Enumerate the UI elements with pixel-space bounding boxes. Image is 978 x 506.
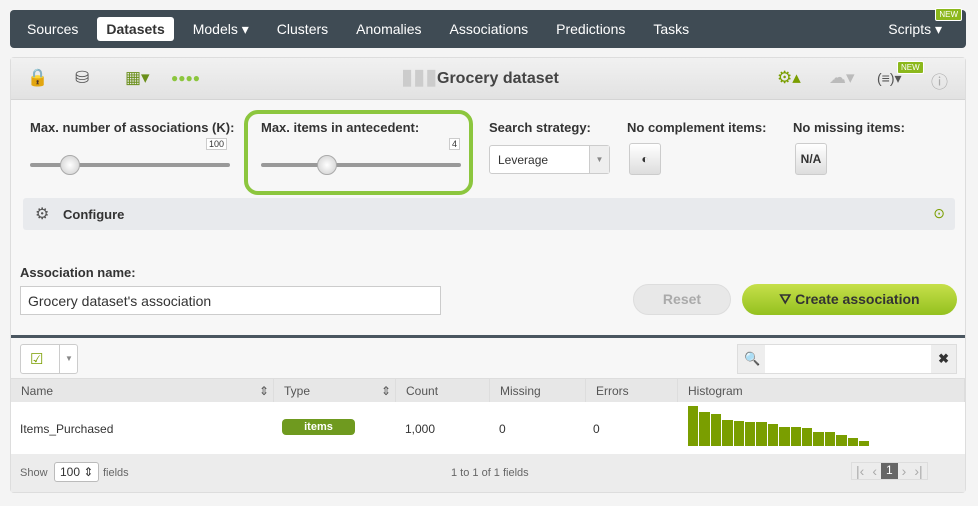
gear-icon[interactable]: ⚙▴ xyxy=(777,68,801,88)
nav-sources[interactable]: Sources xyxy=(18,17,87,41)
histogram-bar xyxy=(836,435,847,446)
select-fields-button[interactable]: ☑ ▼ xyxy=(20,344,78,374)
pagination-summary: 1 to 1 of 1 fields xyxy=(451,467,529,479)
search-box: 🔍 ✖ xyxy=(737,344,957,374)
nav-scripts[interactable]: Scripts ▾ xyxy=(888,21,942,38)
col-count[interactable]: Count xyxy=(396,379,490,402)
nav-models[interactable]: Models ▾ xyxy=(184,17,258,42)
histogram-bar xyxy=(779,427,790,446)
table-header: Name ⇕ Type ⇕ Count Missing Errors Histogr… xyxy=(11,378,965,402)
slider-handle[interactable] xyxy=(60,155,80,175)
nav-anomalies[interactable]: Anomalies xyxy=(347,17,430,41)
histogram-bar xyxy=(756,422,767,446)
circles-icon: ◐ xyxy=(641,152,649,166)
max-assoc-slider[interactable] xyxy=(30,155,230,175)
no-complement-label: No complement items: xyxy=(627,120,767,135)
selected-value: Leverage xyxy=(498,153,549,167)
gears-icon: ⚙ xyxy=(35,206,50,223)
col-missing[interactable]: Missing xyxy=(490,379,586,402)
col-histogram: Histogram xyxy=(678,379,965,402)
search-strategy-label: Search strategy: xyxy=(489,120,591,135)
no-missing-label: No missing items: xyxy=(793,120,905,135)
info-icon[interactable]: ⓘ xyxy=(931,68,948,93)
table-footer: Show 100 ⇕ fields 1 to 1 of 1 fields |‹ … xyxy=(11,454,965,492)
sample-icon[interactable]: ▦▾ xyxy=(125,68,150,88)
missing-toggle[interactable]: N/A xyxy=(795,143,827,175)
search-icon: 🔍 xyxy=(744,351,761,366)
pagination: |‹ ‹ 1 › ›| xyxy=(851,462,928,480)
chevron-down-icon: ▼ xyxy=(589,146,609,173)
next-page-icon[interactable]: › xyxy=(898,463,911,479)
missing-value: 0 xyxy=(499,422,506,436)
expand-icon[interactable]: ⊙ xyxy=(933,205,945,222)
histogram-bar xyxy=(847,438,858,446)
chevron-down-icon[interactable]: ▼ xyxy=(59,345,78,373)
configure-label: Configure xyxy=(63,207,125,222)
lock-icon[interactable]: 🔒 xyxy=(27,68,48,88)
create-association-button[interactable]: ⛛ Create association xyxy=(742,284,957,315)
histogram-bar xyxy=(699,412,710,446)
divider xyxy=(11,335,965,338)
new-badge: NEW xyxy=(935,8,962,21)
association-name-label: Association name: xyxy=(20,265,136,280)
create-label: Create association xyxy=(795,291,920,307)
col-name[interactable]: Name ⇕ xyxy=(11,379,274,402)
nav-predictions[interactable]: Predictions xyxy=(547,17,634,41)
current-page[interactable]: 1 xyxy=(880,463,898,479)
histogram xyxy=(688,406,878,446)
col-errors[interactable]: Errors xyxy=(586,379,678,402)
complement-toggle[interactable]: ◐ xyxy=(629,143,661,175)
show-label: Show xyxy=(20,467,48,479)
cloud-icon[interactable]: ☁▾ xyxy=(829,68,855,88)
col-type[interactable]: Type ⇕ xyxy=(274,379,396,402)
checkbox-icon: ☑ xyxy=(30,351,44,368)
page-size-select[interactable]: 100 ⇕ xyxy=(54,462,100,482)
clear-icon[interactable]: ✖ xyxy=(938,351,949,367)
count-value: 1,000 xyxy=(405,422,436,436)
fields-label: fields xyxy=(103,467,129,479)
nav-datasets[interactable]: Datasets xyxy=(97,17,174,41)
histogram-bar xyxy=(733,421,744,446)
new-badge: NEW xyxy=(897,61,924,74)
max-items-label: Max. items in antecedent: xyxy=(261,120,420,135)
database-search-icon[interactable]: ⛁ xyxy=(75,68,89,88)
histogram-bar xyxy=(710,414,722,446)
table-row[interactable]: Items_Purchased items 1,000 0 0 xyxy=(11,402,965,454)
slider-handle[interactable] xyxy=(317,155,337,175)
top-nav: Sources Datasets Models ▾ Clusters Anoma… xyxy=(10,8,966,48)
histogram-bar xyxy=(767,424,779,446)
max-items-slider[interactable] xyxy=(261,155,461,175)
histogram-bar xyxy=(859,441,870,446)
max-items-value: 4 xyxy=(449,138,461,150)
dataset-panel: 🔒 ⛁ ▦▾ ●●●● ▮▮▮ Grocery dataset ⚙▴ ☁▾ (≡… xyxy=(10,57,966,493)
histogram-bar xyxy=(745,422,756,446)
configure-bar[interactable]: ⚙ Configure ⊙ xyxy=(23,198,955,230)
search-strategy-select[interactable]: Leverage ▼ xyxy=(489,145,610,174)
toolbar: 🔒 ⛁ ▦▾ ●●●● ▮▮▮ Grocery dataset ⚙▴ ☁▾ (≡… xyxy=(11,58,965,100)
association-name-input[interactable]: Grocery dataset's association xyxy=(20,286,441,315)
max-assoc-label: Max. number of associations (K): xyxy=(30,120,235,135)
histogram-bar xyxy=(813,432,824,446)
search-input[interactable] xyxy=(765,345,931,373)
max-assoc-value: 100 xyxy=(206,138,228,150)
histogram-bar xyxy=(688,406,699,446)
dataset-bars-icon: ▮▮▮ xyxy=(401,64,438,89)
histogram-bar xyxy=(802,428,813,446)
nav-clusters[interactable]: Clusters xyxy=(268,17,337,41)
field-name[interactable]: Items_Purchased xyxy=(20,422,113,436)
histogram-bar xyxy=(790,427,801,446)
histogram-bar xyxy=(824,432,836,446)
last-page-icon[interactable]: ›| xyxy=(910,463,926,479)
association-icon: ⛛ xyxy=(779,291,796,307)
dots-icon[interactable]: ●●●● xyxy=(171,71,200,85)
type-badge: items xyxy=(282,419,355,435)
histogram-bar xyxy=(722,420,733,446)
first-page-icon[interactable]: |‹ xyxy=(852,463,868,479)
errors-value: 0 xyxy=(593,422,600,436)
reset-button[interactable]: Reset xyxy=(633,284,731,315)
page-title: Grocery dataset xyxy=(437,70,559,87)
nav-associations[interactable]: Associations xyxy=(441,17,538,41)
prev-page-icon[interactable]: ‹ xyxy=(868,463,881,479)
nav-tasks[interactable]: Tasks xyxy=(644,17,698,41)
